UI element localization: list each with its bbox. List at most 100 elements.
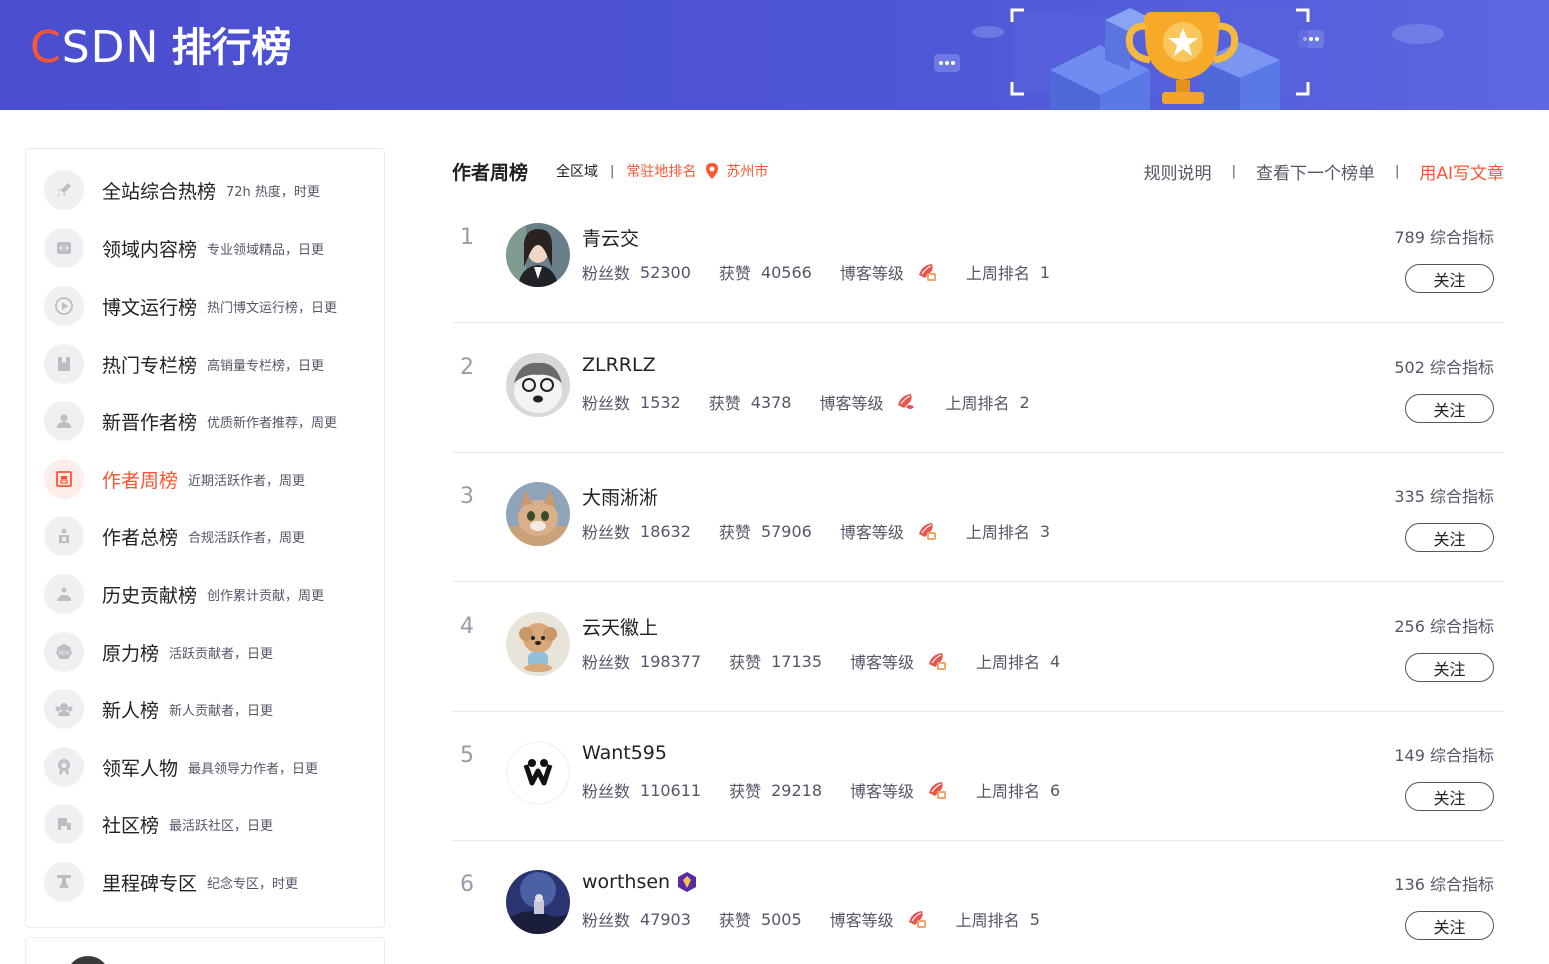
play-icon (44, 286, 84, 326)
sidebar-item-milestone[interactable]: 里程碑专区 纪念专区，时更 (44, 860, 298, 904)
table-row: 2 ZLRRLZ 粉丝数 1532 获赞 4378 博客等级 上周排名 2 502 综… (452, 323, 1504, 453)
sidebar-item-author-total[interactable]: 作者总榜 合规活跃作者，周更 (44, 514, 305, 558)
author-name[interactable]: 青云交 (582, 224, 639, 251)
sidebar-item-label: 热门专栏榜 (102, 354, 198, 377)
logo-text: CSDN (30, 22, 160, 73)
fans-stat: 粉丝数 110611 (582, 780, 702, 802)
fans-stat: 粉丝数 47903 (582, 909, 691, 931)
sidebar-item-new-author[interactable]: 新晋作者榜 优质新作者推荐，周更 (44, 399, 337, 443)
trophy-illustration-icon (934, 8, 1444, 110)
next-list-link[interactable]: 查看下一个榜单 (1256, 159, 1375, 184)
avatar[interactable] (506, 741, 570, 805)
sidebar-item-label: 新晋作者榜 (102, 411, 198, 434)
ranking-tabbar: 作者周榜 全区域 | 常驻地排名 苏州市 规则说明 | 查看下一个榜单 | 用A… (452, 158, 1504, 184)
divider: | (610, 163, 615, 179)
last-rank-stat: 上周排名 3 (965, 521, 1051, 543)
sidebar-item-hot-column[interactable]: 热门专栏榜 高销量专栏榜，日更 (44, 342, 324, 386)
sidebar-item-label: 全站综合热榜 (102, 180, 217, 203)
blog-level-icon (929, 782, 947, 799)
avatar[interactable] (506, 612, 570, 676)
likes-stat: 获赞 4378 (708, 392, 792, 414)
fans-stat: 粉丝数 18632 (582, 521, 691, 543)
csdn-logo[interactable]: CSDN 排行榜 (30, 22, 291, 74)
table-row: 1 青云交 粉丝数 52300 获赞 40566 博客等级 上周排名 1 789 综合… (452, 193, 1504, 323)
community-icon (44, 804, 84, 844)
avatar[interactable] (66, 956, 110, 964)
header-links: 规则说明 | 查看下一个榜单 | 用AI写文章 (1144, 159, 1504, 184)
score-value: 335 综合指标 (1394, 487, 1494, 506)
sidebar-item-author-weekly[interactable]: 作者周榜 近期活跃作者，周更 (44, 457, 305, 501)
blog-level-icon (908, 911, 926, 928)
author-stats: 粉丝数 47903 获赞 5005 博客等级 上周排名 5 (582, 907, 1068, 931)
sidebar-item-label: 新人榜 (102, 699, 160, 722)
follow-button[interactable]: 关注 (1405, 911, 1494, 940)
sidebar-item-desc: 优质新作者推荐，周更 (207, 415, 338, 431)
avatar[interactable] (506, 353, 570, 417)
avatar[interactable] (506, 482, 570, 546)
author-name[interactable]: worthsen (582, 871, 698, 893)
likes-stat: 获赞 29218 (729, 780, 823, 802)
sidebar-item-blog-run[interactable]: 博文运行榜 热门博文运行榜，日更 (44, 284, 337, 328)
rank-number: 4 (460, 614, 474, 639)
city-selector[interactable]: 苏州市 (726, 161, 768, 181)
follow-button[interactable]: 关注 (1405, 523, 1494, 552)
follow-button[interactable]: 关注 (1405, 653, 1494, 682)
follow-button[interactable]: 关注 (1405, 264, 1494, 293)
author-stats: 粉丝数 52300 获赞 40566 博客等级 上周排名 1 (582, 260, 1078, 284)
level-stat: 博客等级 (830, 907, 928, 931)
sidebar-item-desc: 热门博文运行榜，日更 (207, 300, 338, 316)
avatar[interactable] (506, 223, 570, 287)
sidebar-item-desc: 活跃贡献者，日更 (169, 646, 274, 662)
medal-icon (44, 747, 84, 787)
author-name[interactable]: 云天徽上 (582, 613, 658, 640)
author-name[interactable]: Want595 (582, 742, 667, 764)
blog-level-icon (918, 264, 936, 281)
sidebar-item-label: 博文运行榜 (102, 296, 198, 319)
author-stats: 粉丝数 1532 获赞 4378 博客等级 上周排名 2 (582, 390, 1058, 414)
sidebar-item-label: 作者周榜 (102, 469, 179, 492)
sidebar-item-site-hot[interactable]: 全站综合热榜 72h 热度，时更 (44, 168, 320, 212)
blog-level-icon (929, 653, 947, 670)
sidebar-item-desc: 专业领域精品，日更 (207, 242, 325, 258)
sidebar-item-label: 里程碑专区 (102, 872, 198, 895)
sidebar-item-history-contrib[interactable]: 历史贡献榜 创作累计贡献，周更 (44, 572, 324, 616)
sidebar-item-desc: 高销量专栏榜，日更 (207, 358, 325, 374)
author-name[interactable]: 大雨淅淅 (582, 483, 658, 510)
sidebar-item-force[interactable]: NEW 原力榜 活跃贡献者，日更 (44, 630, 273, 674)
sidebar-item-label: 历史贡献榜 (102, 584, 198, 607)
level-stat: 博客等级 (850, 649, 948, 673)
last-rank-stat: 上周排名 1 (965, 262, 1051, 284)
rules-link[interactable]: 规则说明 (1144, 159, 1212, 184)
likes-stat: 获赞 17135 (729, 651, 823, 673)
table-row: 6 worthsen 粉丝数 47903 获赞 5005 博客等级 上周排名 5 13… (452, 840, 1504, 964)
avatar[interactable] (506, 870, 570, 934)
force-icon: NEW (44, 632, 84, 672)
follow-button[interactable]: 关注 (1405, 782, 1494, 811)
author-name[interactable]: ZLRRLZ (582, 354, 656, 376)
rank-number: 6 (460, 872, 474, 897)
group-icon (44, 516, 84, 556)
divider: | (1394, 163, 1400, 179)
sidebar-item-community[interactable]: 社区榜 最活跃社区，日更 (44, 802, 273, 846)
sidebar-item-domain-content[interactable]: 领域内容榜 专业领域精品，日更 (44, 226, 324, 270)
table-row: 4 云天徽上 粉丝数 198377 获赞 17135 博客等级 上周排名 4 256 … (452, 582, 1504, 712)
author-stats: 粉丝数 198377 获赞 17135 博客等级 上周排名 4 (582, 649, 1088, 673)
score-value: 502 综合指标 (1394, 358, 1494, 377)
sidebar-item-desc: 合规活跃作者，周更 (188, 530, 306, 546)
sidebar-item-newcomer[interactable]: 新人榜 新人贡献者，日更 (44, 687, 273, 731)
sidebar-item-label: 领军人物 (102, 757, 179, 780)
follow-button[interactable]: 关注 (1405, 394, 1494, 423)
likes-stat: 获赞 5005 (718, 909, 802, 931)
ranking-sidebar: 全站综合热榜 72h 热度，时更 领域内容榜 专业领域精品，日更 博文运行榜 热… (25, 148, 385, 928)
rank-number: 2 (460, 355, 474, 380)
divider: | (1231, 163, 1236, 179)
ai-write-link[interactable]: 用AI写文章 (1419, 159, 1504, 184)
sidebar-item-leader[interactable]: 领军人物 最具领导力作者，日更 (44, 745, 318, 789)
region-local-tab[interactable]: 常驻地排名 (626, 161, 696, 181)
sidebar-item-desc: 近期活跃作者，周更 (188, 473, 306, 489)
region-all-tab[interactable]: 全区域 (556, 161, 598, 181)
calendar-icon (44, 459, 84, 499)
likes-stat: 获赞 40566 (718, 262, 812, 284)
last-rank-stat: 上周排名 4 (976, 651, 1061, 673)
author-stats: 粉丝数 18632 获赞 57906 博客等级 上周排名 3 (582, 519, 1078, 543)
